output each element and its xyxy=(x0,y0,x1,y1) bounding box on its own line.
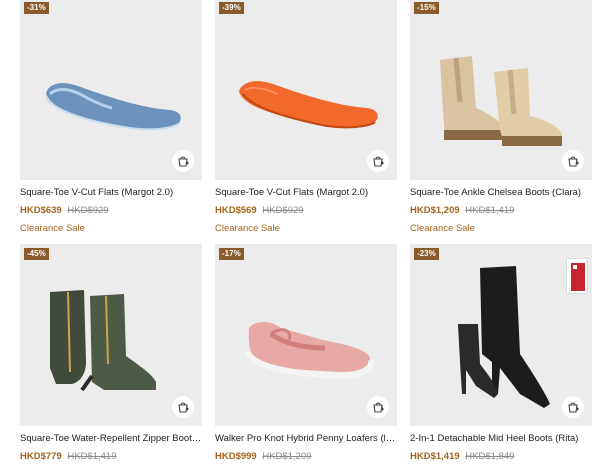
discount-badge: -39% xyxy=(219,2,244,14)
variant-thumbnail[interactable] xyxy=(566,258,588,294)
original-price: HKD$1,849 xyxy=(465,451,515,462)
product-image[interactable]: -17% xyxy=(215,244,397,426)
original-price: HKD$1,419 xyxy=(465,205,515,216)
add-to-cart-icon[interactable] xyxy=(562,150,584,172)
sale-price: HKD$569 xyxy=(215,205,257,216)
product-card[interactable]: -15% Square-Toe Ankle Chelsea Boots (Cla… xyxy=(410,0,592,235)
add-to-cart-icon[interactable] xyxy=(367,396,389,418)
discount-badge: -23% xyxy=(414,248,439,260)
original-price: HKD$1,419 xyxy=(67,451,117,462)
discount-badge: -45% xyxy=(24,248,49,260)
product-image[interactable]: -31% xyxy=(20,0,202,180)
product-card[interactable]: -39% Square-Toe V-Cut Flats (Margot 2.0)… xyxy=(215,0,397,235)
product-name[interactable]: Square-Toe Water-Repellent Zipper Boots.… xyxy=(20,432,202,445)
price-row: HKD$639 HKD$929 xyxy=(20,205,202,217)
product-card[interactable]: -23% 2-In-1 Detachable Mid Heel Boots (R… xyxy=(410,244,592,463)
clearance-tag: Clearance Sale xyxy=(410,223,475,234)
price-row: HKD$1,419 HKD$1,849 xyxy=(410,451,592,463)
add-to-cart-icon[interactable] xyxy=(172,150,194,172)
product-card[interactable]: -17% Walker Pro Knot Hybrid Penny Loafer… xyxy=(215,244,397,463)
clearance-tag: Clearance Sale xyxy=(215,223,280,234)
sale-price: HKD$639 xyxy=(20,205,62,216)
original-price: HKD$929 xyxy=(262,205,304,216)
price-row: HKD$999 HKD$1,209 xyxy=(215,451,397,463)
sale-price: HKD$1,419 xyxy=(410,451,460,462)
price-row: HKD$1,209 HKD$1,419 xyxy=(410,205,592,217)
add-to-cart-icon[interactable] xyxy=(172,396,194,418)
price-row: HKD$569 HKD$929 xyxy=(215,205,397,217)
discount-badge: -31% xyxy=(24,2,49,14)
sale-price: HKD$999 xyxy=(215,451,257,462)
product-name[interactable]: Square-Toe V-Cut Flats (Margot 2.0) xyxy=(20,186,202,199)
add-to-cart-icon[interactable] xyxy=(562,396,584,418)
clearance-tag: Clearance Sale xyxy=(20,223,85,234)
discount-badge: -17% xyxy=(219,248,244,260)
discount-badge: -15% xyxy=(414,2,439,14)
product-image[interactable]: -15% xyxy=(410,0,592,180)
product-card[interactable]: -31% Square-Toe V-Cut Flats (Margot 2.0)… xyxy=(20,0,202,235)
product-image[interactable]: -23% xyxy=(410,244,592,426)
product-name[interactable]: 2-In-1 Detachable Mid Heel Boots (Rita) xyxy=(410,432,592,445)
product-name[interactable]: Walker Pro Knot Hybrid Penny Loafers (la… xyxy=(215,432,397,445)
sale-price: HKD$1,209 xyxy=(410,205,460,216)
product-image[interactable]: -39% xyxy=(215,0,397,180)
original-price: HKD$1,209 xyxy=(262,451,312,462)
product-name[interactable]: Square-Toe V-Cut Flats (Margot 2.0) xyxy=(215,186,397,199)
sale-price: HKD$779 xyxy=(20,451,62,462)
price-row: HKD$779 HKD$1,419 xyxy=(20,451,202,463)
product-image[interactable]: -45% xyxy=(20,244,202,426)
original-price: HKD$929 xyxy=(67,205,109,216)
product-card[interactable]: -45% Square-Toe Water-Repellent Zipper B… xyxy=(20,244,202,463)
add-to-cart-icon[interactable] xyxy=(367,150,389,172)
product-name[interactable]: Square-Toe Ankle Chelsea Boots (Clara) xyxy=(410,186,592,199)
